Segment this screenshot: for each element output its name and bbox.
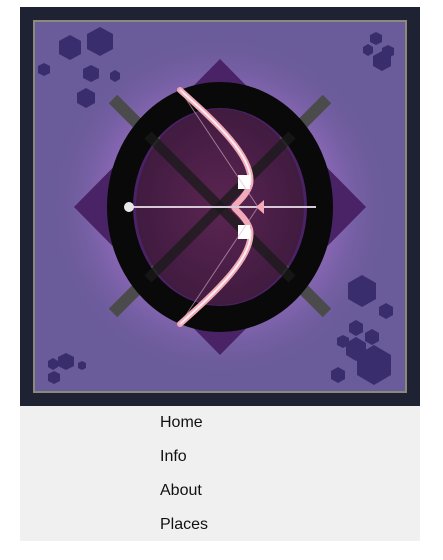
archery-bow-emblem-icon [74, 59, 366, 355]
nav-menu: Home Info About Places [20, 406, 420, 541]
page: Home Info About Places [20, 7, 420, 541]
menu-item-places[interactable]: Places [160, 513, 208, 537]
banner-image [20, 7, 420, 406]
menu-item-home[interactable]: Home [160, 411, 203, 435]
menu-item-about[interactable]: About [160, 479, 202, 503]
menu-item-info[interactable]: Info [160, 445, 187, 469]
arrow-head [124, 202, 134, 212]
